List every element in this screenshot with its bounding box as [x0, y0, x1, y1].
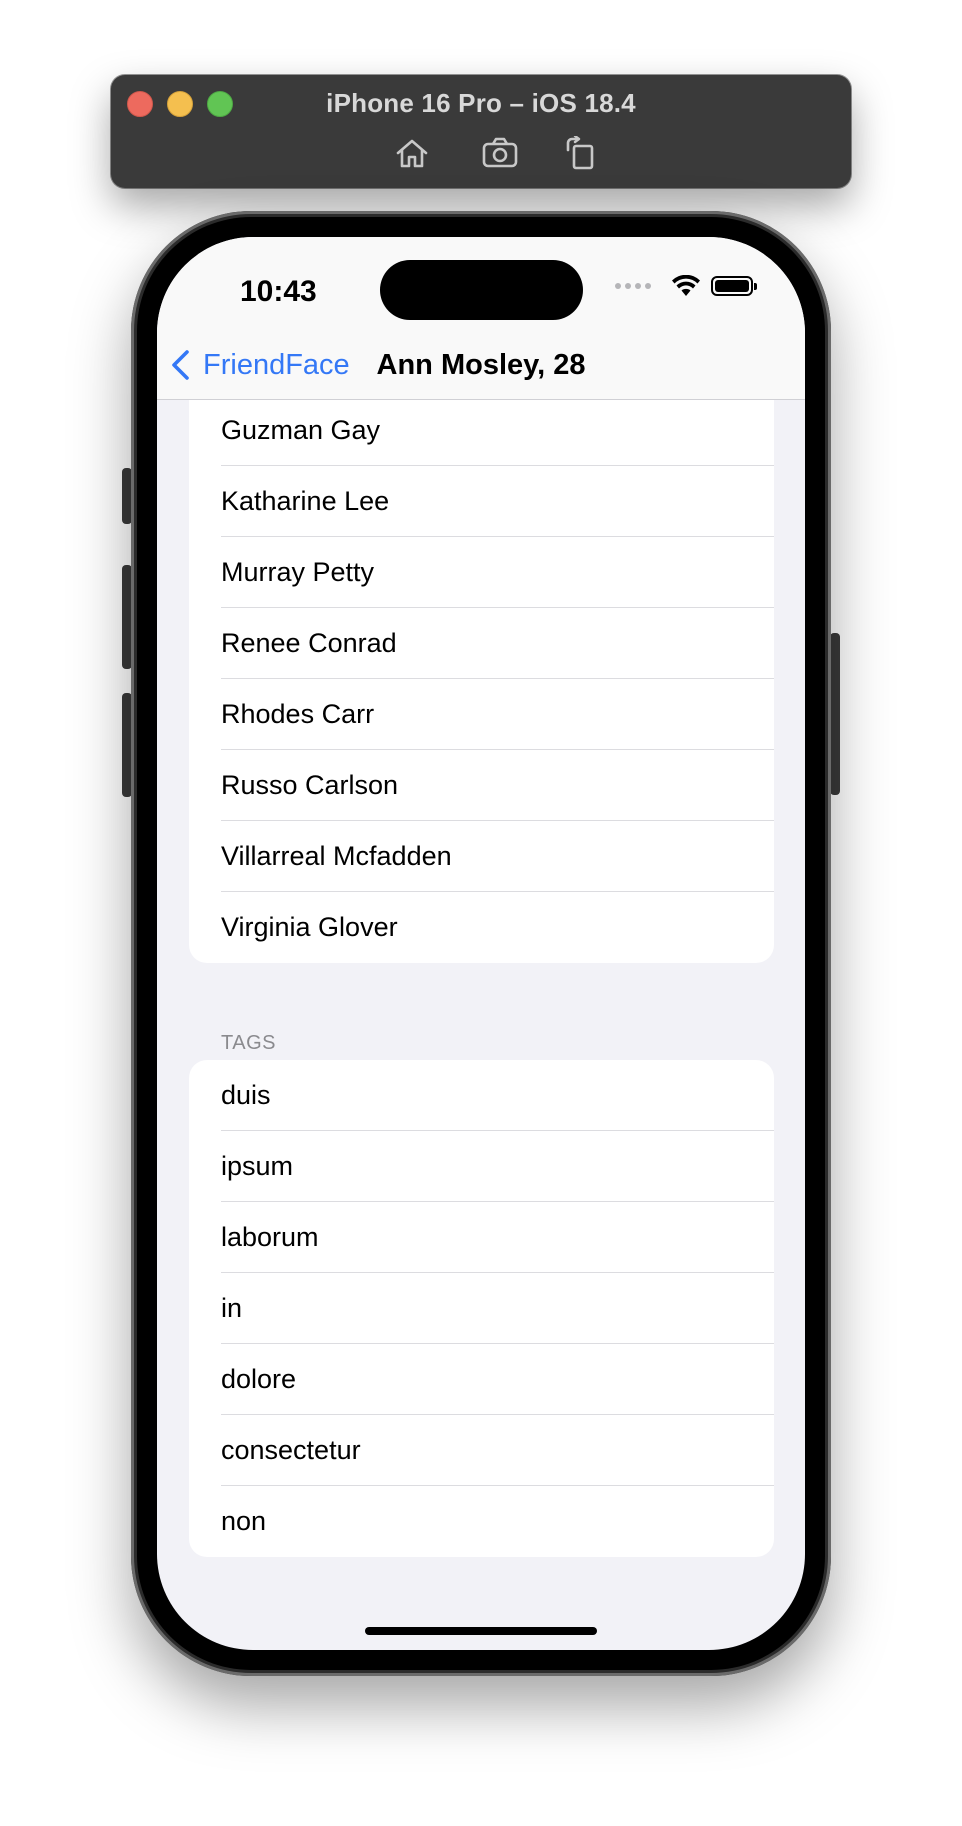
dynamic-island	[380, 260, 583, 320]
friend-row[interactable]: Katharine Lee	[189, 466, 774, 537]
friend-row[interactable]: Murray Petty	[189, 537, 774, 608]
tag-row[interactable]: laborum	[189, 1202, 774, 1273]
friend-row[interactable]: Virginia Glover	[189, 892, 774, 963]
power-button	[830, 633, 840, 795]
tags-section-header: TAGS	[221, 1032, 276, 1054]
tags-list: duis ipsum laborum in dolore consectetur…	[189, 1060, 774, 1557]
friend-row[interactable]: Villarreal Mcfadden	[189, 821, 774, 892]
home-indicator[interactable]	[365, 1627, 597, 1635]
friend-row[interactable]: Renee Conrad	[189, 608, 774, 679]
tag-row[interactable]: in	[189, 1273, 774, 1344]
tag-row[interactable]: duis	[189, 1060, 774, 1131]
cellular-signal-icon	[615, 283, 651, 289]
friend-row[interactable]: Guzman Gay	[189, 395, 774, 466]
page-title: Ann Mosley, 28	[376, 349, 586, 381]
battery-icon	[711, 276, 757, 296]
tag-row[interactable]: consectetur	[189, 1415, 774, 1486]
phone-screen: 10:43 FriendFace Ann Mosley, 28 Guzman G…	[157, 237, 805, 1650]
tag-row[interactable]: dolore	[189, 1344, 774, 1415]
detail-list[interactable]: Guzman Gay Katharine Lee Murray Petty Re…	[157, 394, 805, 1650]
tag-row[interactable]: ipsum	[189, 1131, 774, 1202]
status-indicators	[615, 275, 757, 297]
home-icon[interactable]	[392, 136, 432, 170]
screenshot-icon[interactable]	[480, 136, 520, 170]
rotate-icon[interactable]	[560, 134, 600, 170]
friend-row[interactable]: Russo Carlson	[189, 750, 774, 821]
status-time: 10:43	[240, 275, 317, 308]
tag-row[interactable]: non	[189, 1486, 774, 1557]
friends-list: Guzman Gay Katharine Lee Murray Petty Re…	[189, 394, 774, 963]
wifi-icon	[672, 275, 700, 296]
friend-row[interactable]: Rhodes Carr	[189, 679, 774, 750]
simulator-title: iPhone 16 Pro – iOS 18.4	[326, 88, 636, 118]
